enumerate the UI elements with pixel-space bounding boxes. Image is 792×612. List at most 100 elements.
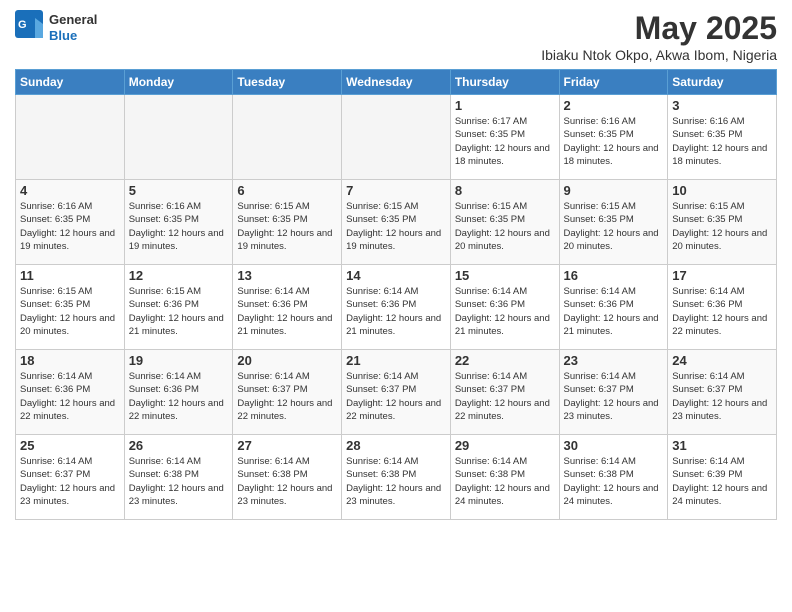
calendar-cell: 21 Sunrise: 6:14 AMSunset: 6:37 PMDayligh… bbox=[342, 350, 451, 435]
calendar-cell: 17 Sunrise: 6:14 AMSunset: 6:36 PMDayligh… bbox=[668, 265, 777, 350]
calendar-cell: 29 Sunrise: 6:14 AMSunset: 6:38 PMDayligh… bbox=[450, 435, 559, 520]
day-number: 11 bbox=[20, 268, 120, 283]
day-info: Sunrise: 6:15 AMSunset: 6:35 PMDaylight:… bbox=[237, 200, 337, 253]
calendar-cell: 27Sunrise: 6:14 AMSunset: 6:38 PMDayligh… bbox=[233, 435, 342, 520]
calendar-cell bbox=[342, 95, 451, 180]
day-number: 16 bbox=[564, 268, 664, 283]
day-number: 28 bbox=[346, 438, 446, 453]
day-number: 24 bbox=[672, 353, 772, 368]
day-info: Sunrise: 6:14 AMSunset: 6:38 PMDaylight:… bbox=[564, 455, 664, 508]
calendar-cell: 15 Sunrise: 6:14 AMSunset: 6:36 PMDayligh… bbox=[450, 265, 559, 350]
calendar-cell: 2 Sunrise: 6:16 AMSunset: 6:35 PMDaylight… bbox=[559, 95, 668, 180]
calendar-week-3: 11 Sunrise: 6:15 AMSunset: 6:35 PMDayligh… bbox=[16, 265, 777, 350]
calendar-cell: 22 Sunrise: 6:14 AMSunset: 6:37 PMDayligh… bbox=[450, 350, 559, 435]
day-info: Sunrise: 6:14 AMSunset: 6:37 PMDaylight:… bbox=[564, 370, 664, 423]
day-info: Sunrise: 6:15 AMSunset: 6:35 PMDaylight:… bbox=[672, 200, 772, 253]
day-info: Sunrise: 6:16 AMSunset: 6:35 PMDaylight:… bbox=[20, 200, 120, 253]
day-info: Sunrise: 6:14 AMSunset: 6:36 PMDaylight:… bbox=[672, 285, 772, 338]
calendar-cell: 7 Sunrise: 6:15 AMSunset: 6:35 PMDaylight… bbox=[342, 180, 451, 265]
calendar-cell bbox=[233, 95, 342, 180]
day-info: Sunrise: 6:14 AMSunset: 6:36 PMDaylight:… bbox=[346, 285, 446, 338]
day-info: Sunrise: 6:14 AMSunset: 6:36 PMDaylight:… bbox=[455, 285, 555, 338]
day-info: Sunrise: 6:14 AMSunset: 6:37 PMDaylight:… bbox=[20, 455, 120, 508]
calendar-cell: 10Sunrise: 6:15 AMSunset: 6:35 PMDayligh… bbox=[668, 180, 777, 265]
calendar-cell: 18 Sunrise: 6:14 AMSunset: 6:36 PMDayligh… bbox=[16, 350, 125, 435]
day-number: 3 bbox=[672, 98, 772, 113]
day-info: Sunrise: 6:14 AMSunset: 6:37 PMDaylight:… bbox=[672, 370, 772, 423]
calendar-cell: 30 Sunrise: 6:14 AMSunset: 6:38 PMDayligh… bbox=[559, 435, 668, 520]
day-number: 25 bbox=[20, 438, 120, 453]
day-number: 23 bbox=[564, 353, 664, 368]
day-number: 5 bbox=[129, 183, 229, 198]
day-info: Sunrise: 6:17 AMSunset: 6:35 PMDaylight:… bbox=[455, 115, 555, 168]
day-number: 1 bbox=[455, 98, 555, 113]
calendar-cell: 28Sunrise: 6:14 AMSunset: 6:38 PMDayligh… bbox=[342, 435, 451, 520]
calendar-cell: 31Sunrise: 6:14 AMSunset: 6:39 PMDayligh… bbox=[668, 435, 777, 520]
day-number: 17 bbox=[672, 268, 772, 283]
weekday-header-saturday: Saturday bbox=[668, 70, 777, 95]
day-number: 21 bbox=[346, 353, 446, 368]
calendar: SundayMondayTuesdayWednesdayThursdayFrid… bbox=[15, 69, 777, 520]
calendar-cell: 11 Sunrise: 6:15 AMSunset: 6:35 PMDayligh… bbox=[16, 265, 125, 350]
day-number: 26 bbox=[129, 438, 229, 453]
day-number: 9 bbox=[564, 183, 664, 198]
day-info: Sunrise: 6:14 AMSunset: 6:36 PMDaylight:… bbox=[237, 285, 337, 338]
calendar-cell bbox=[124, 95, 233, 180]
calendar-cell: 4 Sunrise: 6:16 AMSunset: 6:35 PMDaylight… bbox=[16, 180, 125, 265]
day-info: Sunrise: 6:15 AMSunset: 6:35 PMDaylight:… bbox=[455, 200, 555, 253]
day-info: Sunrise: 6:14 AMSunset: 6:38 PMDaylight:… bbox=[129, 455, 229, 508]
day-number: 6 bbox=[237, 183, 337, 198]
day-info: Sunrise: 6:14 AMSunset: 6:39 PMDaylight:… bbox=[672, 455, 772, 508]
calendar-week-5: 25 Sunrise: 6:14 AMSunset: 6:37 PMDayligh… bbox=[16, 435, 777, 520]
day-info: Sunrise: 6:16 AMSunset: 6:35 PMDaylight:… bbox=[672, 115, 772, 168]
calendar-header-row: SundayMondayTuesdayWednesdayThursdayFrid… bbox=[16, 70, 777, 95]
calendar-cell: 3 Sunrise: 6:16 AMSunset: 6:35 PMDaylight… bbox=[668, 95, 777, 180]
weekday-header-thursday: Thursday bbox=[450, 70, 559, 95]
day-info: Sunrise: 6:15 AMSunset: 6:35 PMDaylight:… bbox=[564, 200, 664, 253]
day-number: 18 bbox=[20, 353, 120, 368]
calendar-cell: 19Sunrise: 6:14 AMSunset: 6:36 PMDayligh… bbox=[124, 350, 233, 435]
calendar-cell: 24 Sunrise: 6:14 AMSunset: 6:37 PMDayligh… bbox=[668, 350, 777, 435]
day-number: 4 bbox=[20, 183, 120, 198]
day-info: Sunrise: 6:14 AMSunset: 6:38 PMDaylight:… bbox=[455, 455, 555, 508]
calendar-cell: 1 Sunrise: 6:17 AMSunset: 6:35 PMDaylight… bbox=[450, 95, 559, 180]
calendar-cell: 26 Sunrise: 6:14 AMSunset: 6:38 PMDayligh… bbox=[124, 435, 233, 520]
weekday-header-monday: Monday bbox=[124, 70, 233, 95]
calendar-cell: 9 Sunrise: 6:15 AMSunset: 6:35 PMDaylight… bbox=[559, 180, 668, 265]
logo-general-text: General bbox=[49, 12, 97, 28]
day-info: Sunrise: 6:14 AMSunset: 6:37 PMDaylight:… bbox=[237, 370, 337, 423]
day-number: 22 bbox=[455, 353, 555, 368]
calendar-cell: 25 Sunrise: 6:14 AMSunset: 6:37 PMDayligh… bbox=[16, 435, 125, 520]
day-info: Sunrise: 6:14 AMSunset: 6:36 PMDaylight:… bbox=[20, 370, 120, 423]
calendar-cell: 5Sunrise: 6:16 AMSunset: 6:35 PMDaylight… bbox=[124, 180, 233, 265]
logo-icon: G bbox=[15, 10, 45, 45]
day-info: Sunrise: 6:15 AMSunset: 6:35 PMDaylight:… bbox=[346, 200, 446, 253]
weekday-header-wednesday: Wednesday bbox=[342, 70, 451, 95]
day-number: 14 bbox=[346, 268, 446, 283]
page: G General Blue May 2025 Ibiaku Ntok Okpo… bbox=[0, 0, 792, 612]
day-number: 7 bbox=[346, 183, 446, 198]
svg-text:G: G bbox=[18, 19, 27, 31]
day-info: Sunrise: 6:14 AMSunset: 6:37 PMDaylight:… bbox=[346, 370, 446, 423]
calendar-cell: 16 Sunrise: 6:14 AMSunset: 6:36 PMDayligh… bbox=[559, 265, 668, 350]
day-info: Sunrise: 6:16 AMSunset: 6:35 PMDaylight:… bbox=[564, 115, 664, 168]
calendar-cell: 8Sunrise: 6:15 AMSunset: 6:35 PMDaylight… bbox=[450, 180, 559, 265]
day-number: 2 bbox=[564, 98, 664, 113]
day-number: 29 bbox=[455, 438, 555, 453]
weekday-header-sunday: Sunday bbox=[16, 70, 125, 95]
day-info: Sunrise: 6:15 AMSunset: 6:35 PMDaylight:… bbox=[20, 285, 120, 338]
weekday-header-tuesday: Tuesday bbox=[233, 70, 342, 95]
calendar-cell: 14 Sunrise: 6:14 AMSunset: 6:36 PMDayligh… bbox=[342, 265, 451, 350]
calendar-cell: 20 Sunrise: 6:14 AMSunset: 6:37 PMDayligh… bbox=[233, 350, 342, 435]
calendar-week-4: 18 Sunrise: 6:14 AMSunset: 6:36 PMDayligh… bbox=[16, 350, 777, 435]
day-number: 20 bbox=[237, 353, 337, 368]
day-info: Sunrise: 6:14 AMSunset: 6:36 PMDaylight:… bbox=[564, 285, 664, 338]
calendar-week-1: 1 Sunrise: 6:17 AMSunset: 6:35 PMDaylight… bbox=[16, 95, 777, 180]
calendar-week-2: 4 Sunrise: 6:16 AMSunset: 6:35 PMDaylight… bbox=[16, 180, 777, 265]
weekday-header-friday: Friday bbox=[559, 70, 668, 95]
logo-blue-text: Blue bbox=[49, 28, 97, 44]
day-info: Sunrise: 6:14 AMSunset: 6:37 PMDaylight:… bbox=[455, 370, 555, 423]
title-block: May 2025 Ibiaku Ntok Okpo, Akwa Ibom, Ni… bbox=[541, 10, 777, 63]
day-number: 30 bbox=[564, 438, 664, 453]
day-number: 15 bbox=[455, 268, 555, 283]
